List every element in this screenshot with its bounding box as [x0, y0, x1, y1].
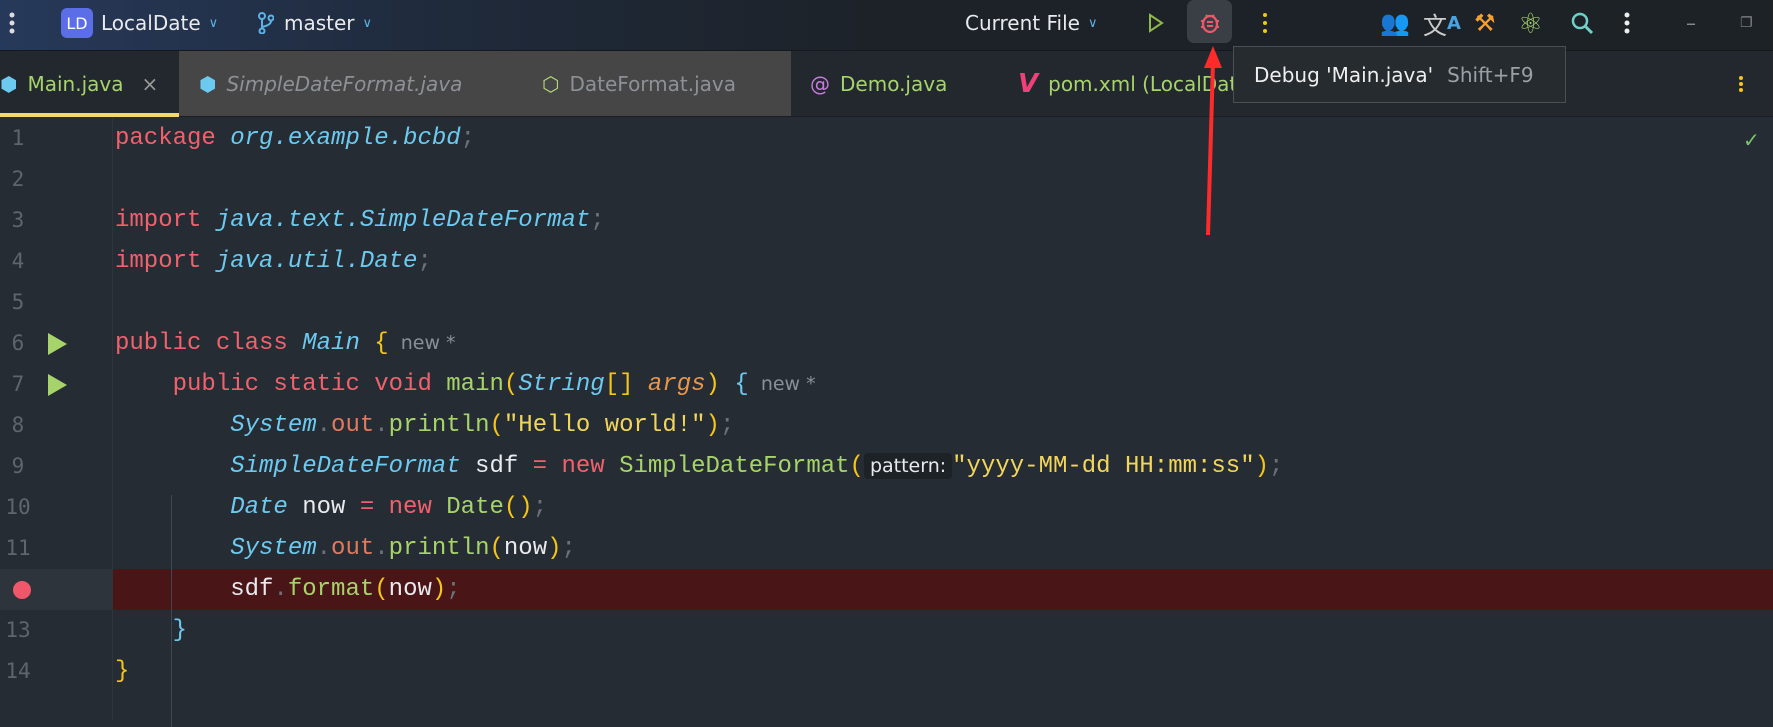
annotation-arrow — [1204, 46, 1222, 236]
